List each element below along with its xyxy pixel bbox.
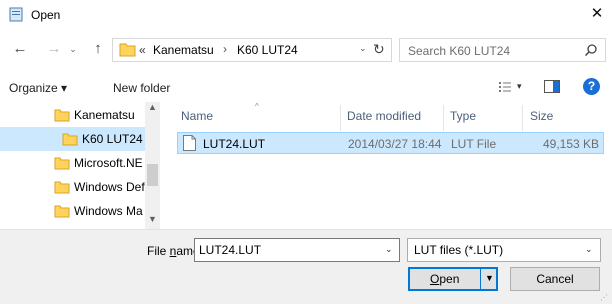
search-placeholder: Search K60 LUT24: [408, 44, 511, 58]
sidebar-item-label: Microsoft.NE: [74, 156, 143, 170]
file-row[interactable]: LUT24.LUT 2014/03/27 18:44 LUT File 49,1…: [177, 132, 604, 154]
resize-grip-icon[interactable]: ⋰: [600, 293, 608, 302]
file-name-value[interactable]: LUT24.LUT: [199, 243, 261, 257]
file-name-label-part: File: [147, 244, 170, 258]
cancel-button[interactable]: Cancel: [510, 267, 600, 291]
forward-arrow-icon[interactable]: →: [46, 40, 62, 58]
file-type-select[interactable]: LUT files (*.LUT) ⌄: [407, 238, 601, 262]
column-divider[interactable]: [443, 105, 444, 131]
file-name: LUT24.LUT: [203, 137, 266, 151]
sidebar-item-microsoft-ne[interactable]: Microsoft.NE: [0, 151, 150, 175]
preview-pane-icon[interactable]: [544, 80, 560, 93]
command-toolbar: Organize ▾ New folder ▾ ?: [0, 72, 612, 102]
sort-ascending-icon: ^: [255, 102, 259, 111]
column-header-date-modified[interactable]: Date modified: [347, 109, 421, 123]
chevron-down-icon[interactable]: ⌄: [385, 244, 393, 255]
up-arrow-icon[interactable]: ↑: [90, 40, 106, 58]
navigation-pane: Kanematsu K60 LUT24 Microsoft.NE Windows…: [0, 102, 160, 229]
file-size: 49,153 KB: [543, 137, 600, 151]
search-icon: [584, 44, 597, 57]
column-header-type[interactable]: Type: [450, 109, 476, 123]
folder-icon: [54, 205, 70, 218]
window-title: Open: [31, 8, 61, 22]
sidebar-item-label: K60 LUT24: [82, 132, 143, 146]
chevron-down-icon[interactable]: ⌄: [585, 244, 593, 255]
close-icon[interactable]: ✕: [588, 5, 606, 23]
sidebar-item-label: Windows Ma: [74, 204, 143, 218]
column-header-size[interactable]: Size: [530, 109, 553, 123]
folder-icon: [54, 109, 70, 122]
sidebar-item-kanematsu[interactable]: Kanematsu: [0, 103, 150, 127]
open-accelerator: O: [430, 272, 440, 286]
cancel-button-label: Cancel: [536, 272, 574, 286]
help-icon[interactable]: ?: [583, 78, 600, 95]
new-folder-button[interactable]: New folder: [113, 81, 170, 95]
open-button-label: Open: [430, 272, 459, 286]
file-list: ^ Name Date modified Type Size LUT24.LUT…: [160, 102, 612, 229]
refresh-icon[interactable]: ↻: [373, 41, 385, 58]
folder-icon: [119, 43, 136, 57]
address-dropdown-icon[interactable]: ⌄: [359, 43, 367, 54]
folder-icon: [62, 133, 78, 146]
sidebar-item-windows-def[interactable]: Windows Def: [0, 175, 150, 199]
view-dropdown-icon[interactable]: ▾: [517, 81, 522, 92]
view-options-icon[interactable]: [498, 80, 512, 94]
split-divider: [480, 269, 481, 289]
bottom-pane: File name: LUT24.LUT ⌄ LUT files (*.LUT)…: [0, 229, 612, 304]
folder-icon: [54, 181, 70, 194]
column-header-name[interactable]: Name: [181, 109, 213, 123]
address-bar[interactable]: « Kanematsu › K60 LUT24 ⌄ ↻: [112, 38, 392, 62]
file-name-field[interactable]: LUT24.LUT ⌄: [194, 238, 400, 262]
sidebar-item-label: Kanematsu: [74, 108, 135, 122]
file-date: 2014/03/27 18:44: [348, 137, 442, 151]
chevron-down-icon[interactable]: ⌄: [68, 40, 78, 58]
open-label-part: pen: [439, 272, 460, 286]
file-type: LUT File: [451, 137, 497, 151]
file-icon: [183, 135, 196, 151]
folder-icon: [54, 157, 70, 170]
breadcrumb-kanematsu[interactable]: Kanematsu: [153, 43, 214, 57]
sidebar-item-windows-ma[interactable]: Windows Ma: [0, 199, 150, 223]
dialog-icon: [9, 7, 23, 22]
breadcrumb-separator[interactable]: ›: [223, 42, 227, 56]
file-type-value: LUT files (*.LUT): [414, 243, 504, 257]
scrollbar-thumb[interactable]: [147, 164, 158, 186]
search-input[interactable]: Search K60 LUT24: [399, 38, 606, 62]
organize-button[interactable]: Organize ▾: [9, 81, 67, 95]
scroll-up-icon[interactable]: ▲: [148, 102, 157, 112]
address-overflow[interactable]: «: [139, 43, 146, 57]
navigation-scrollbar[interactable]: ▲ ▼: [145, 102, 160, 229]
sidebar-item-k60-lut24[interactable]: K60 LUT24: [0, 127, 150, 151]
breadcrumb-k60-lut24[interactable]: K60 LUT24: [237, 43, 298, 57]
open-button[interactable]: Open ▼: [408, 267, 498, 291]
back-arrow-icon[interactable]: ←: [12, 40, 28, 58]
title-bar: Open ✕: [0, 0, 612, 30]
scroll-down-icon[interactable]: ▼: [148, 214, 157, 224]
sidebar-item-label: Windows Def: [74, 180, 145, 194]
open-options-arrow-icon[interactable]: ▼: [485, 273, 494, 283]
column-divider[interactable]: [340, 105, 341, 131]
column-divider[interactable]: [522, 105, 523, 131]
